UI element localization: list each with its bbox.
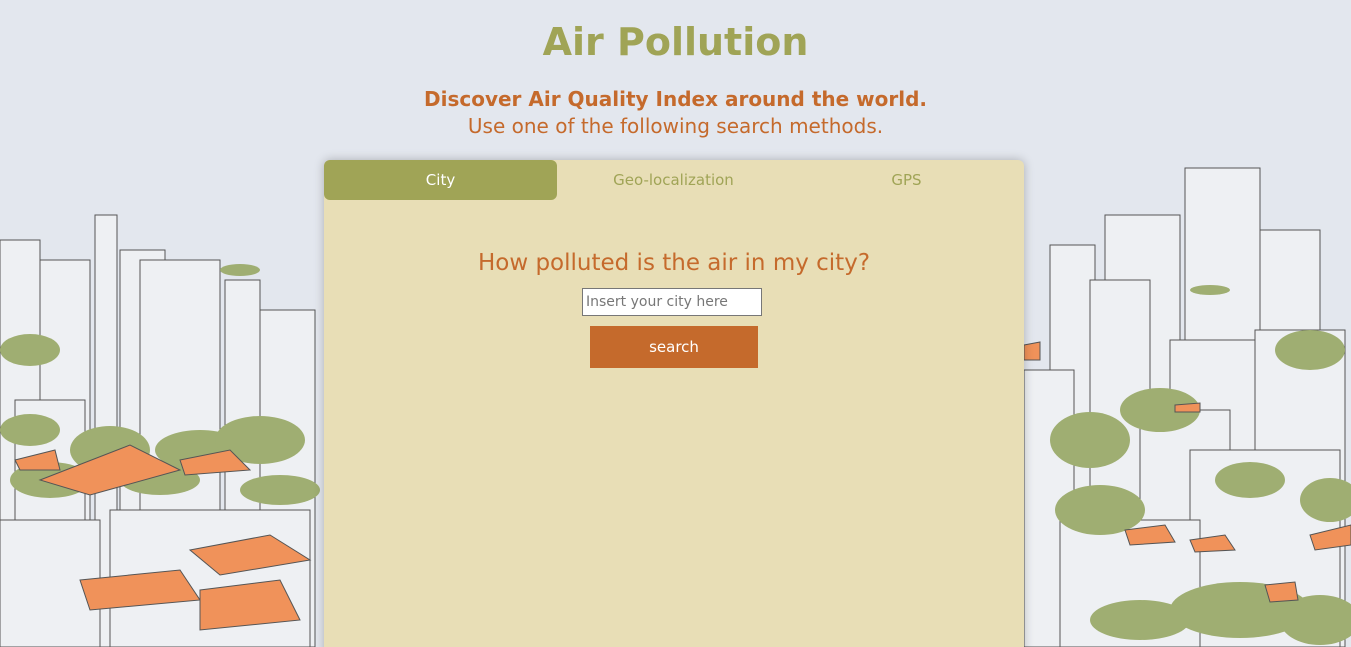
page: Air Pollution Discover Air Quality Index… [0,0,1351,647]
page-instructions: Use one of the following search methods. [467,114,884,138]
tab-city[interactable]: City [324,160,557,200]
search-button[interactable]: search [590,326,758,368]
city-search-input[interactable] [582,288,762,316]
page-title: Air Pollution [542,20,809,64]
search-panel: City Geo-localization GPS How polluted i… [324,160,1024,647]
search-method-tabs: City Geo-localization GPS [324,160,1024,200]
city-search-question: How polluted is the air in my city? [477,250,871,276]
page-subtitle: Discover Air Quality Index around the wo… [423,87,927,111]
tab-geo-localization[interactable]: Geo-localization [557,160,790,200]
page-header: Air Pollution Discover Air Quality Index… [0,0,1351,139]
tab-gps[interactable]: GPS [790,160,1023,200]
